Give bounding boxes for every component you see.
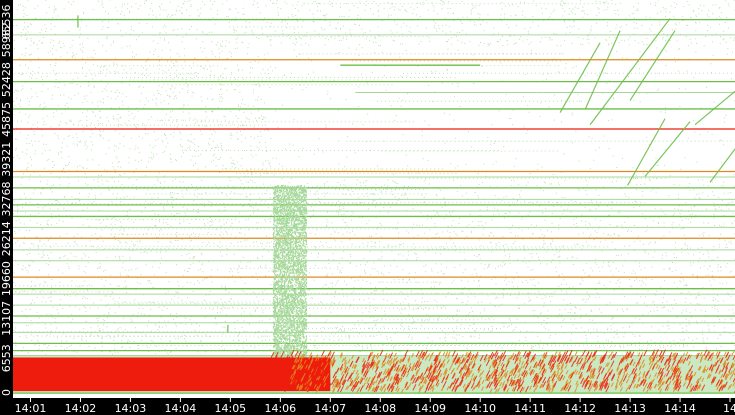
x-tick-label: 14:13 <box>614 402 646 415</box>
y-axis: 0 6553 13107 19660 26214 32768 39321 45875 52428… <box>0 5 13 397</box>
y-tick-label: 13107 <box>0 301 13 336</box>
x-tick-label: 14:14 <box>664 402 696 415</box>
y-tick-label: 19660 <box>0 261 13 296</box>
x-tick-label: 14 <box>723 402 735 415</box>
chart-svg: 0 6553 13107 19660 26214 32768 39321 45875 52428… <box>0 0 735 415</box>
x-tick-label: 14:12 <box>564 402 596 415</box>
y-tick-label: 0 <box>0 389 13 396</box>
x-tick-label: 14:04 <box>165 402 197 415</box>
y-tick-label: 32768 <box>0 182 13 217</box>
y-tick-label: 39321 <box>0 142 13 177</box>
x-tick-label: 14:05 <box>214 402 246 415</box>
x-tick-label: 14:03 <box>115 402 147 415</box>
y-tick-label: 52428 <box>0 62 13 97</box>
chart-plot: 0 6553 13107 19660 26214 32768 39321 45875 52428… <box>0 0 735 415</box>
x-tick-label: 14:10 <box>464 402 496 415</box>
y-tick-label: 45875 <box>0 102 13 137</box>
x-tick-label: 14:08 <box>364 402 396 415</box>
x-tick-label: 14:06 <box>264 402 296 415</box>
x-tick-label: 14:07 <box>314 402 346 415</box>
y-tick-label: 26214 <box>0 221 13 256</box>
y-tick-label: 65536 <box>0 5 13 40</box>
x-tick-label: 14:09 <box>414 402 446 415</box>
x-axis: 14:01 14:02 14:03 14:04 14:05 14:06 14:07 14:08… <box>15 398 735 415</box>
x-tick-label: 14:01 <box>15 402 47 415</box>
x-tick-label: 14:11 <box>514 402 546 415</box>
x-tick-label: 14:02 <box>65 402 97 415</box>
y-tick-label: 6553 <box>0 344 13 372</box>
